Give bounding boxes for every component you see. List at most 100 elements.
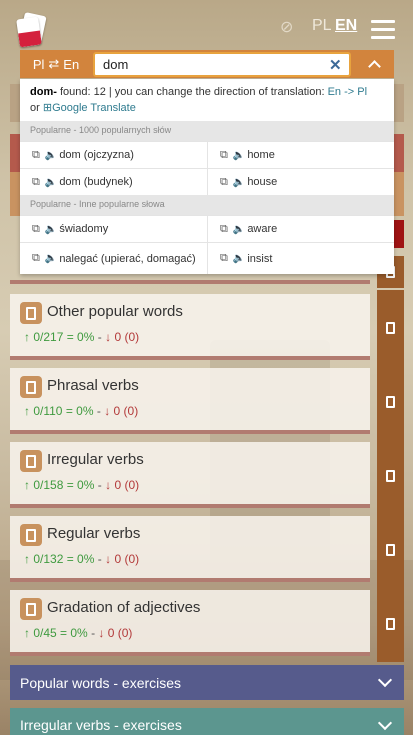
translation-direction-toggle[interactable]: Pl ⇄ En [20, 50, 92, 78]
lesson-progress: 0/158 = 0% [33, 478, 95, 492]
lesson-errors: 0 (0) [107, 626, 133, 640]
stats-separator: - [97, 552, 102, 566]
progress-up-icon: ↑ [24, 330, 30, 344]
lesson-list-button[interactable] [377, 290, 404, 366]
flashcard-icon: ⧉ [220, 252, 228, 264]
swap-arrows-icon: ⇄ [48, 56, 60, 71]
collapse-results-button[interactable] [354, 50, 394, 78]
app-logo[interactable] [16, 12, 50, 48]
flashcard-icon: ⧉ [32, 222, 40, 235]
lesson-title: Phrasal verbs [47, 377, 139, 394]
pl-word: dom (ojczyzna) [59, 149, 134, 161]
lesson-errors: 0 (0) [113, 404, 139, 418]
lesson-progress: 0/45 = 0% [33, 626, 88, 640]
speaker-icon[interactable]: 🔈 [233, 224, 245, 235]
search-bar: Pl ⇄ En ✕ [20, 50, 394, 78]
lesson-icon [20, 598, 42, 620]
lesson-errors: 0 (0) [114, 478, 140, 492]
reverse-direction-link[interactable]: En -> Pl [328, 86, 367, 98]
pl-word: świadomy [59, 223, 109, 235]
pl-word: nalegać (upierać, domagać) [59, 252, 196, 265]
speaker-icon[interactable]: 🔈 [45, 253, 57, 264]
lesson-list-button[interactable] [377, 438, 404, 514]
result-en[interactable]: ⧉ 🔈 insist [207, 243, 394, 274]
section-heading: Popularne - 1000 popularnych słów [20, 121, 394, 141]
errors-down-icon: ↓ [98, 626, 105, 640]
pl-word: dom (budynek) [59, 176, 133, 188]
lesson-card[interactable]: Irregular verbs ↑ 0/158 = 0% - ↓ 0 (0) [10, 442, 370, 508]
result-pl[interactable]: ⧉ 🔈 nalegać (upierać, domagać) [20, 243, 207, 274]
lesson-progress: 0/110 = 0% [33, 404, 94, 418]
result-row: ⧉ 🔈 nalegać (upierać, domagać) ⧉ 🔈 insist [20, 242, 394, 274]
search-results-dropdown: dom- found: 12 | you can change the dire… [20, 79, 394, 274]
language-pl-link[interactable]: PL [312, 17, 332, 35]
lesson-list-button[interactable] [377, 586, 404, 662]
result-row: ⧉ 🔈 dom (budynek) ⧉ 🔈 house [20, 168, 394, 195]
clear-search-icon[interactable]: ✕ [329, 56, 342, 74]
google-translate-link[interactable]: Google Translate [52, 102, 136, 114]
stats-separator: - [97, 478, 102, 492]
result-pl[interactable]: ⧉ 🔈 świadomy [20, 216, 207, 242]
section-heading: Popularne - Inne popularne słowa [20, 195, 394, 215]
speaker-icon[interactable]: 🔈 [233, 177, 245, 188]
direction-to: En [63, 56, 80, 72]
errors-down-icon: ↓ [105, 552, 112, 566]
result-row: ⧉ 🔈 dom (ojczyzna) ⧉ 🔈 home [20, 141, 394, 168]
speaker-icon[interactable]: 🔈 [233, 150, 245, 161]
lesson-title: Gradation of adjectives [47, 599, 201, 616]
language-en-link[interactable]: EN [335, 17, 357, 35]
lesson-progress: 0/217 = 0% [33, 330, 95, 344]
lesson-stats: ↑ 0/110 = 0% - ↓ 0 (0) [24, 404, 138, 418]
direction-from: Pl [32, 56, 45, 72]
lesson-stats: ↑ 0/217 = 0% - ↓ 0 (0) [24, 330, 139, 344]
flashcard-icon: ⧉ [32, 175, 40, 188]
progress-up-icon: ↑ [24, 552, 30, 566]
en-word: aware [247, 223, 278, 235]
flashcard-icon: ⧉ [220, 222, 228, 235]
or-text: or [30, 102, 43, 114]
lesson-icon [20, 524, 42, 546]
progress-up-icon: ↑ [24, 404, 30, 418]
stats-separator: - [91, 626, 96, 640]
flashcard-icon: ⧉ [32, 148, 40, 161]
speaker-icon[interactable]: 🔈 [45, 177, 57, 188]
lesson-list-button[interactable] [377, 364, 404, 440]
errors-down-icon: ↓ [105, 478, 112, 492]
lesson-stats: ↑ 0/132 = 0% - ↓ 0 (0) [24, 552, 139, 566]
lesson-card[interactable]: Regular verbs ↑ 0/132 = 0% - ↓ 0 (0) [10, 516, 370, 582]
search-input[interactable] [93, 52, 351, 77]
result-pl[interactable]: ⧉ 🔈 dom (ojczyzna) [20, 142, 207, 168]
result-en[interactable]: ⧉ 🔈 home [207, 142, 394, 168]
speaker-icon[interactable]: 🔈 [45, 150, 57, 161]
flashcard-icon: ⧉ [220, 148, 228, 161]
accordion-irregular-verbs-exercises[interactable]: Irregular verbs - exercises [10, 708, 404, 735]
lesson-errors: 0 (0) [114, 552, 140, 566]
result-en[interactable]: ⧉ 🔈 aware [207, 216, 394, 242]
logo-card-flag [16, 16, 42, 48]
result-row: ⧉ 🔈 świadomy ⧉ 🔈 aware [20, 215, 394, 242]
accordion-popular-words-exercises[interactable]: Popular words - exercises [10, 665, 404, 700]
flashcard-icon: ⧉ [32, 252, 40, 264]
lesson-card[interactable]: Phrasal verbs ↑ 0/110 = 0% - ↓ 0 (0) [10, 368, 370, 434]
lesson-stats: ↑ 0/45 = 0% - ↓ 0 (0) [24, 626, 132, 640]
lesson-icon [20, 302, 42, 324]
en-word: home [247, 149, 275, 161]
lesson-stats: ↑ 0/158 = 0% - ↓ 0 (0) [24, 478, 139, 492]
chevron-up-icon [367, 59, 381, 73]
errors-down-icon: ↓ [105, 330, 112, 344]
result-pl[interactable]: ⧉ 🔈 dom (budynek) [20, 169, 207, 195]
speaker-icon[interactable]: 🔈 [45, 224, 57, 235]
lesson-card[interactable]: Other popular words ↑ 0/217 = 0% - ↓ 0 (… [10, 294, 370, 360]
flashcard-icon: ⧉ [220, 175, 228, 188]
menu-icon[interactable] [371, 20, 395, 40]
stats-separator: - [97, 330, 102, 344]
flashcard-mute-icon[interactable]: ⊘ [280, 17, 293, 37]
lesson-card[interactable]: Gradation of adjectives ↑ 0/45 = 0% - ↓ … [10, 590, 370, 656]
lesson-list-button[interactable] [377, 512, 404, 588]
result-en[interactable]: ⧉ 🔈 house [207, 169, 394, 195]
speaker-icon[interactable]: 🔈 [233, 253, 245, 264]
lesson-icon [20, 376, 42, 398]
chevron-down-icon [377, 715, 393, 731]
lesson-title: Irregular verbs [47, 451, 144, 468]
accordion-label: Irregular verbs - exercises [20, 717, 182, 733]
